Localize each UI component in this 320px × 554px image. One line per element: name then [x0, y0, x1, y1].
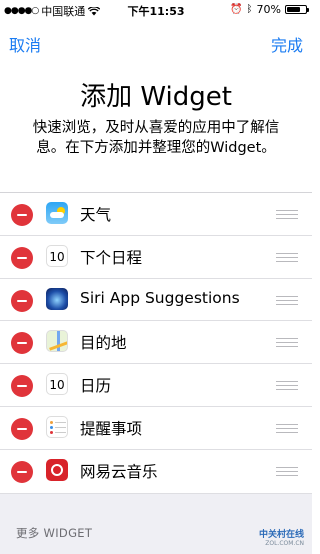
remove-button[interactable] — [11, 204, 33, 226]
watermark: 中关村在线 ZOL.COM.CN — [258, 530, 304, 547]
done-button[interactable]: 完成 — [271, 32, 303, 56]
battery-percent: 70% — [256, 3, 281, 16]
list-item: 提醒事项 — [0, 407, 312, 450]
list-item: Siri App Suggestions — [0, 279, 312, 322]
widget-list: 天气 10 下个日程 Siri App Suggestions 目的地 10 日… — [0, 193, 312, 493]
list-item: 天气 — [0, 193, 312, 236]
reorder-handle-icon[interactable] — [276, 423, 298, 433]
remove-button[interactable] — [11, 417, 33, 440]
page-subtitle: 快速浏览，及时从喜爱的应用中了解信息。在下方添加并整理您的Widget。 — [32, 120, 280, 156]
remove-button[interactable] — [11, 289, 33, 312]
more-widgets-header: 更多 WIDGET — [16, 526, 93, 540]
siri-icon — [46, 287, 68, 310]
widget-label: 天气 — [80, 206, 112, 224]
list-item: 10 下个日程 — [0, 236, 312, 279]
alarm-icon: ⏰ — [230, 4, 243, 15]
list-item: 目的地 — [0, 321, 312, 365]
page-title: 添加 Widget — [80, 82, 232, 112]
bluetooth-icon: ᛒ — [246, 4, 253, 15]
status-bar: ●●●●○ 中国联通 下午11:53 ⏰ ᛒ 70% — [0, 0, 312, 20]
reorder-handle-icon[interactable] — [276, 338, 298, 348]
list-item: 网易云音乐 — [0, 450, 312, 493]
list-item: 10 日历 — [0, 364, 312, 407]
remove-button[interactable] — [11, 246, 33, 269]
widget-label: 提醒事项 — [80, 419, 143, 438]
widget-label: Siri App Suggestions — [80, 288, 240, 307]
widget-label: 网易云音乐 — [80, 462, 158, 481]
calendar-icon: 10 — [46, 373, 68, 396]
reorder-handle-icon[interactable] — [276, 381, 298, 391]
reorder-handle-icon[interactable] — [276, 252, 298, 262]
widget-label: 日历 — [80, 377, 112, 396]
widget-label: 下个日程 — [80, 248, 143, 267]
reorder-handle-icon[interactable] — [276, 210, 298, 219]
reorder-handle-icon[interactable] — [276, 466, 298, 476]
reminders-icon — [46, 415, 68, 438]
remove-button[interactable] — [11, 332, 33, 355]
remove-button[interactable] — [11, 375, 33, 398]
battery-icon — [285, 5, 309, 14]
reorder-handle-icon[interactable] — [276, 295, 298, 305]
widget-label: 目的地 — [80, 334, 127, 353]
weather-icon — [46, 202, 68, 224]
cancel-button[interactable]: 取消 — [9, 32, 41, 56]
netease-music-icon — [46, 458, 68, 481]
remove-button[interactable] — [11, 460, 33, 483]
calendar-icon: 10 — [46, 244, 68, 267]
maps-icon — [46, 330, 68, 353]
